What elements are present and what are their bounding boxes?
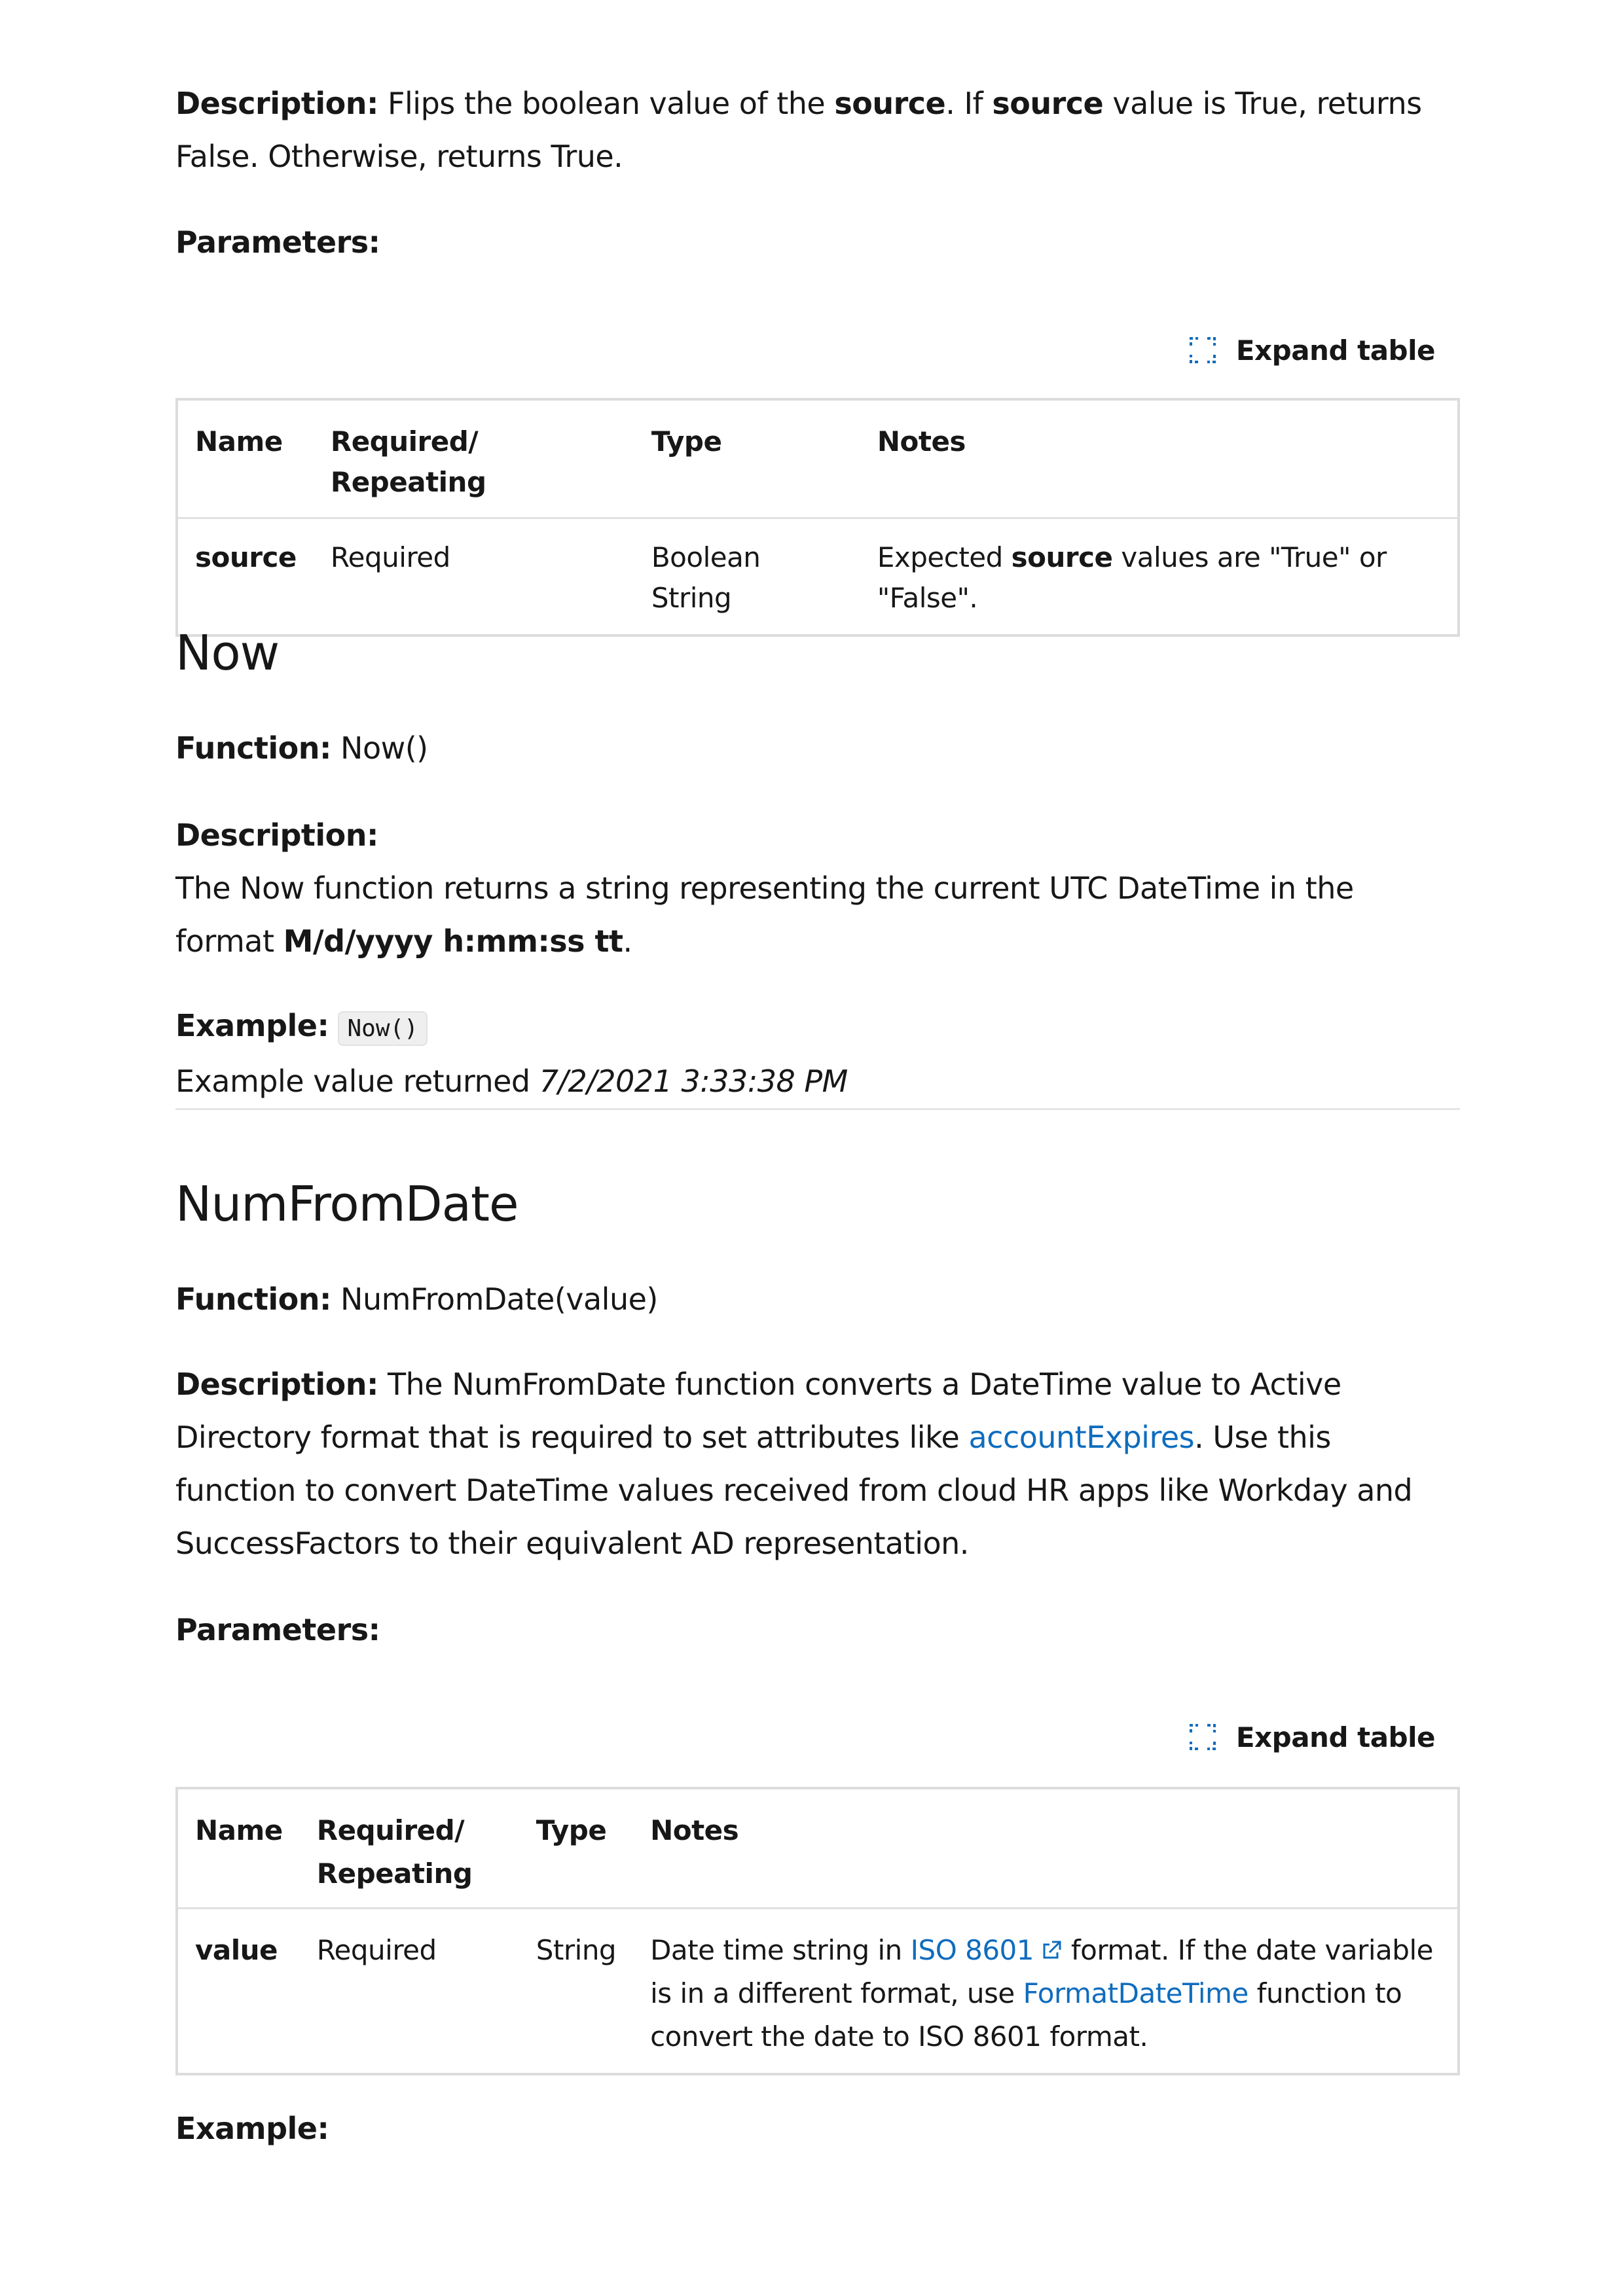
example-label: Example: bbox=[175, 2111, 329, 2146]
section-heading-numfromdate: NumFromDate bbox=[175, 1176, 519, 1232]
param-required: Required bbox=[316, 1934, 437, 1966]
column-header: Notes bbox=[633, 1788, 1459, 1909]
param-notes: Expected source values are "True" or "Fa… bbox=[877, 541, 1387, 614]
param-type: Boolean String bbox=[651, 541, 761, 614]
section-divider bbox=[175, 1108, 1460, 1110]
numfromdate-function: Function: NumFromDate(value) bbox=[175, 1282, 658, 1317]
column-header: Name bbox=[177, 1788, 300, 1909]
expand-row: Expand table bbox=[175, 331, 1460, 370]
column-header: Notes bbox=[860, 399, 1459, 519]
expand-icon bbox=[1189, 337, 1216, 363]
column-header: Required/ Repeating bbox=[313, 399, 634, 519]
expand-row: Expand table bbox=[175, 1717, 1460, 1757]
now-function: Function: Now() bbox=[175, 730, 428, 766]
numfromdate-description: Description: The NumFromDate function co… bbox=[175, 1367, 1413, 1561]
table-header-row: Name Required/ Repeating Type Notes bbox=[177, 1788, 1459, 1909]
column-header: Required/ Repeating bbox=[299, 1788, 519, 1909]
now-example: Example: Now() Example value returned 7/… bbox=[175, 1008, 848, 1099]
parameters-table: Name Required/ Repeating Type Notes sour… bbox=[175, 398, 1460, 637]
param-required: Required bbox=[330, 541, 450, 573]
iso-8601-link[interactable]: ISO 8601 bbox=[911, 1934, 1063, 1966]
table-row: value Required String Date time string i… bbox=[177, 1909, 1459, 2075]
example-value: 7/2/2021 3:33:38 PM bbox=[539, 1064, 848, 1099]
expand-table-label: Expand table bbox=[1235, 334, 1436, 367]
expand-table-button[interactable]: Expand table bbox=[1189, 1721, 1436, 1753]
column-header: Type bbox=[634, 399, 860, 519]
example-code: Now() bbox=[338, 1011, 428, 1046]
table-header-row: Name Required/ Repeating Type Notes bbox=[177, 399, 1459, 519]
document-page: Description: Flips the boolean value of … bbox=[0, 0, 1623, 2296]
column-header: Name bbox=[177, 399, 314, 519]
param-name: value bbox=[195, 1934, 278, 1966]
external-link-icon bbox=[1043, 1941, 1061, 1959]
column-header: Type bbox=[519, 1788, 634, 1909]
param-name: source bbox=[195, 541, 297, 573]
accountexpires-link[interactable]: accountExpires bbox=[968, 1420, 1194, 1455]
now-description: Description: The Now function returns a … bbox=[175, 817, 1354, 959]
table-row: source Required Boolean String Expected … bbox=[177, 518, 1459, 636]
expand-table-label: Expand table bbox=[1235, 1721, 1436, 1753]
param-type: String bbox=[536, 1934, 617, 1966]
formatdatetime-link[interactable]: FormatDateTime bbox=[1023, 1977, 1249, 2009]
param-notes: Date time string in ISO 8601 format. If … bbox=[650, 1934, 1433, 2053]
expand-icon bbox=[1189, 1724, 1216, 1750]
parameters-table: Name Required/ Repeating Type Notes valu… bbox=[175, 1787, 1460, 2075]
not-description: Description: Flips the boolean value of … bbox=[175, 86, 1422, 174]
section-heading-now: Now bbox=[175, 625, 280, 681]
parameters-label: Parameters: bbox=[175, 224, 380, 260]
description-label: Description: bbox=[175, 86, 378, 121]
expand-table-button[interactable]: Expand table bbox=[1189, 334, 1436, 367]
parameters-label: Parameters: bbox=[175, 1612, 380, 1647]
